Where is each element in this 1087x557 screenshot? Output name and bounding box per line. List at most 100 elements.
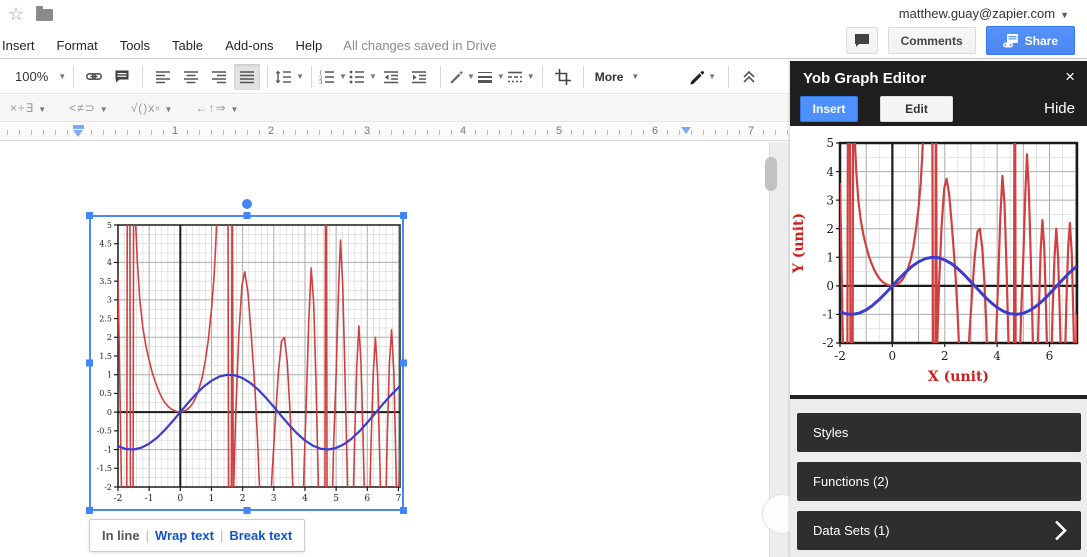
section-label: Styles [813, 425, 849, 440]
equation-group-0[interactable]: ×÷∃ ▼ [10, 101, 47, 115]
panel-section-styles[interactable]: Styles [797, 413, 1081, 452]
menu-item-addons[interactable]: Add-ons [214, 35, 284, 56]
numbered-list-button[interactable]: 1 2 3 ▼ [319, 64, 347, 90]
svg-text:-2: -2 [822, 336, 834, 350]
more-button[interactable]: More ▼ [591, 64, 640, 90]
align-right-button[interactable] [206, 64, 232, 90]
selection-handle-w[interactable] [86, 359, 93, 367]
selection-handle-se[interactable] [400, 507, 407, 514]
toolbar-separator [142, 65, 144, 88]
svg-text:-2: -2 [834, 349, 846, 363]
line-color-button[interactable]: ▼ [448, 64, 475, 90]
section-label: Functions (2) [813, 474, 889, 489]
panel-section-data-sets-1[interactable]: Data Sets (1) [797, 511, 1081, 550]
folder-icon[interactable] [36, 6, 53, 21]
align-left-button[interactable] [150, 64, 176, 90]
svg-text:-1.5: -1.5 [97, 464, 112, 473]
editing-mode-button[interactable]: ▼ [688, 64, 716, 90]
equation-group-2[interactable]: √()x▫ ▼ [131, 101, 174, 115]
hide-button[interactable]: Hide [1044, 100, 1075, 117]
align-justify-button[interactable] [234, 63, 261, 90]
edit-button[interactable]: Edit [880, 96, 953, 122]
comment-icon [115, 70, 129, 83]
menu-item-help[interactable]: Help [285, 35, 334, 56]
break-text-option[interactable]: Break text [229, 528, 292, 543]
chevron-down-icon: ▼ [369, 72, 377, 81]
align-center-button[interactable] [178, 64, 204, 90]
svg-text:4: 4 [107, 258, 112, 267]
svg-text:0.5: 0.5 [99, 389, 112, 398]
line-spacing-button[interactable]: ▼ [275, 64, 304, 90]
svg-text:2.5: 2.5 [99, 314, 112, 323]
graph-preview-card: -2 0 2 4 6 -2 -1 0 1 2 3 4 5 X (unit) Y (unit) [790, 126, 1087, 399]
menu-item-insert[interactable]: Insert [0, 35, 46, 56]
ruler-number: 1 [168, 125, 182, 137]
crop-image-button[interactable] [550, 64, 576, 90]
svg-text:4: 4 [993, 349, 1001, 363]
selection-handle-s[interactable] [243, 507, 250, 514]
ruler-number: 7 [744, 125, 758, 137]
panel-graph-preview: -2 0 2 4 6 -2 -1 0 1 2 3 4 5 X (unit) Y (unit) [791, 136, 1079, 385]
inline-option[interactable]: In line [102, 528, 140, 543]
svg-text:-2: -2 [104, 483, 112, 492]
increase-indent-button[interactable] [407, 64, 433, 90]
selected-graph-image[interactable]: -2 -1 0 1 2 3 4 5 6 7 -2 -1.5 -1 -0.5 0 0.5 1 1.5 2 2.5 3 3.5… [86, 199, 407, 514]
selection-handle-sw[interactable] [86, 507, 93, 514]
insert-button[interactable]: Insert [800, 96, 858, 122]
close-icon[interactable]: × [1065, 67, 1075, 87]
vertical-scrollbar[interactable] [765, 157, 777, 191]
chevron-down-icon: ▼ [496, 72, 505, 81]
decrease-indent-button[interactable] [379, 64, 405, 90]
align-justify-icon [239, 70, 254, 83]
line-weight-button[interactable]: ▼ [477, 64, 505, 90]
equation-group-3[interactable]: ←↑⇒ ▼ [195, 101, 239, 115]
svg-text:2: 2 [826, 222, 834, 236]
svg-text:6: 6 [1046, 349, 1054, 363]
zoom-select[interactable]: 100% ▼ [9, 64, 66, 90]
svg-text:X (unit): X (unit) [928, 369, 989, 385]
toolbar-separator [73, 65, 75, 88]
align-left-icon [155, 70, 170, 83]
options-separator: | [219, 528, 224, 543]
selection-handle-e[interactable] [400, 359, 407, 367]
insert-comment-button[interactable] [109, 64, 135, 90]
section-label: Data Sets (1) [813, 523, 890, 538]
selection-handle-n[interactable] [243, 212, 250, 219]
share-button[interactable]: Share [985, 26, 1075, 55]
image-layout-options: In line | Wrap text | Break text [89, 519, 306, 552]
wrap-text-option[interactable]: Wrap text [155, 528, 214, 543]
ruler-number: 3 [360, 125, 374, 137]
line-dash-button[interactable]: ▼ [507, 64, 535, 90]
comments-button[interactable]: Comments [887, 27, 976, 54]
svg-text:3: 3 [107, 296, 112, 305]
open-comment-button[interactable] [845, 27, 878, 54]
menu-item-format[interactable]: Format [46, 35, 109, 56]
insert-link-button[interactable] [81, 64, 107, 90]
selection-handle-nw[interactable] [86, 212, 93, 219]
equation-group-1[interactable]: <≠⊃ ▼ [69, 101, 109, 115]
star-icon[interactable]: ☆ [8, 4, 24, 25]
panel-section-functions-2[interactable]: Functions (2) [797, 462, 1081, 501]
chevron-down-icon: ▼ [526, 72, 535, 81]
rotation-handle[interactable] [241, 199, 252, 209]
svg-text:0: 0 [826, 279, 834, 293]
account-menu[interactable]: matthew.guay@zapier.com ▼ [899, 6, 1069, 21]
share-link-icon [1002, 33, 1018, 47]
svg-text:-0.5: -0.5 [97, 427, 112, 436]
selection-handle-ne[interactable] [400, 212, 407, 219]
bulleted-list-icon [349, 70, 365, 83]
svg-text:7: 7 [396, 494, 402, 504]
menu-item-tools[interactable]: Tools [109, 35, 161, 56]
header-actions: Comments Share [845, 26, 1075, 55]
crop-icon [554, 68, 571, 85]
bulleted-list-button[interactable]: ▼ [349, 64, 377, 90]
right-indent-marker[interactable] [681, 127, 691, 134]
collapse-chevrons-icon [743, 70, 755, 83]
first-line-indent-marker[interactable] [73, 125, 84, 129]
left-indent-marker[interactable] [73, 130, 83, 137]
main-toolbar: 100% ▼ ▼ 1 2 3 ▼ ▼ ▼ ▼ ▼ More ▼ ▼ [0, 60, 790, 94]
document-graph: -2 -1 0 1 2 3 4 5 6 7 -2 -1.5 -1 -0.5 0 0.5 1 1.5 2 2.5 3 3.5… [97, 221, 402, 504]
svg-text:Y (unit): Y (unit) [791, 213, 807, 274]
collapse-toolbar-button[interactable] [736, 64, 762, 90]
menu-item-table[interactable]: Table [161, 35, 214, 56]
